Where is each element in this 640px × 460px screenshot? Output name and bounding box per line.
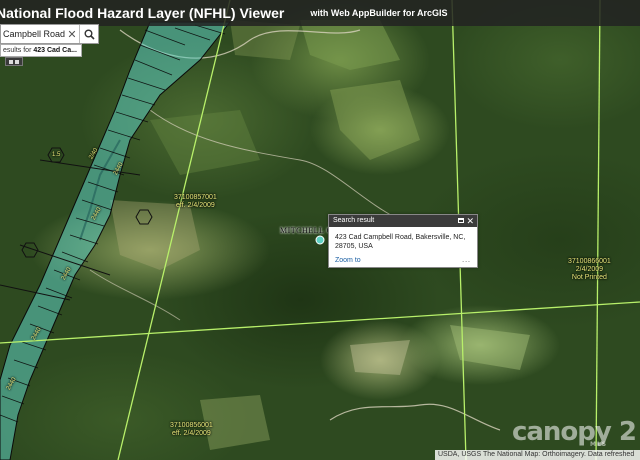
place-label: MITCHELL C [280,226,333,235]
search-button[interactable] [79,25,98,43]
watermark-sub: MLS [589,441,608,448]
cross-section-label: 1.5 [52,152,61,158]
popup-body: 423 Cad Campbell Road, Bakersville, NC, … [329,227,477,251]
suggestion-prefix: esults for [3,47,34,54]
suggestion-value: 423 Cad Ca... [33,47,77,54]
firm-panel-label: 37100856001 eff. 2/4/2009 [170,422,213,438]
search-input[interactable]: Campbell Road [1,29,65,39]
app-header: National Flood Hazard Layer (NFHL) Viewe… [0,0,640,26]
more-options-button[interactable]: ... [462,257,471,264]
firm-panel-label: 37100866001 2/4/2009 Not Printed [568,258,611,282]
search-suggestion[interactable]: esults for 423 Cad Ca... [0,44,82,57]
firm-panel-id: 37100857001 [174,194,217,201]
firm-panel-eff: eff. 2/4/2009 [176,202,215,209]
grid-icon [9,60,13,64]
layer-list-button[interactable] [5,57,23,66]
firm-panel-eff: eff. 2/4/2009 [172,430,211,437]
firm-panel-eff: 2/4/2009 [575,266,604,273]
app-subtitle: with Web AppBuilder for ArcGIS [310,8,448,18]
search-icon [84,29,95,40]
firm-panel-label: 37100857001 eff. 2/4/2009 [174,194,217,210]
firm-panel-id: 37100856001 [170,422,213,429]
map-attribution: USDA, USGS The National Map: Orthoimager… [435,450,640,460]
watermark-brand: canopy 2 [511,417,637,447]
firm-panel-id: 37100866001 [568,258,611,265]
watermark: canopy 2 MLS [511,417,637,448]
map-canvas[interactable]: 2/40 2440 2440 2440 1.5 2440 2440 MITCHE… [0,0,640,460]
popup-title: Search result [333,217,375,224]
popup-header: Search result ✕ [329,215,477,227]
search-widget: Campbell Road ✕ [0,24,99,44]
firm-panel-note: Not Printed [571,274,607,281]
close-icon[interactable]: ✕ [466,215,474,227]
search-result-popup: Search result ✕ 423 Cad Campbell Road, B… [328,214,478,268]
clear-icon[interactable]: ✕ [65,28,79,41]
address-line: 28705, USA [335,243,373,250]
maximize-icon[interactable] [458,218,464,223]
zoom-to-link[interactable]: Zoom to [335,257,361,264]
grid-icon [15,60,19,64]
app-title: National Flood Hazard Layer (NFHL) Viewe… [0,5,285,21]
popup-footer: Zoom to ... [335,257,471,264]
address-line: 423 Cad Campbell Road, Bakersville, NC, [335,234,466,241]
